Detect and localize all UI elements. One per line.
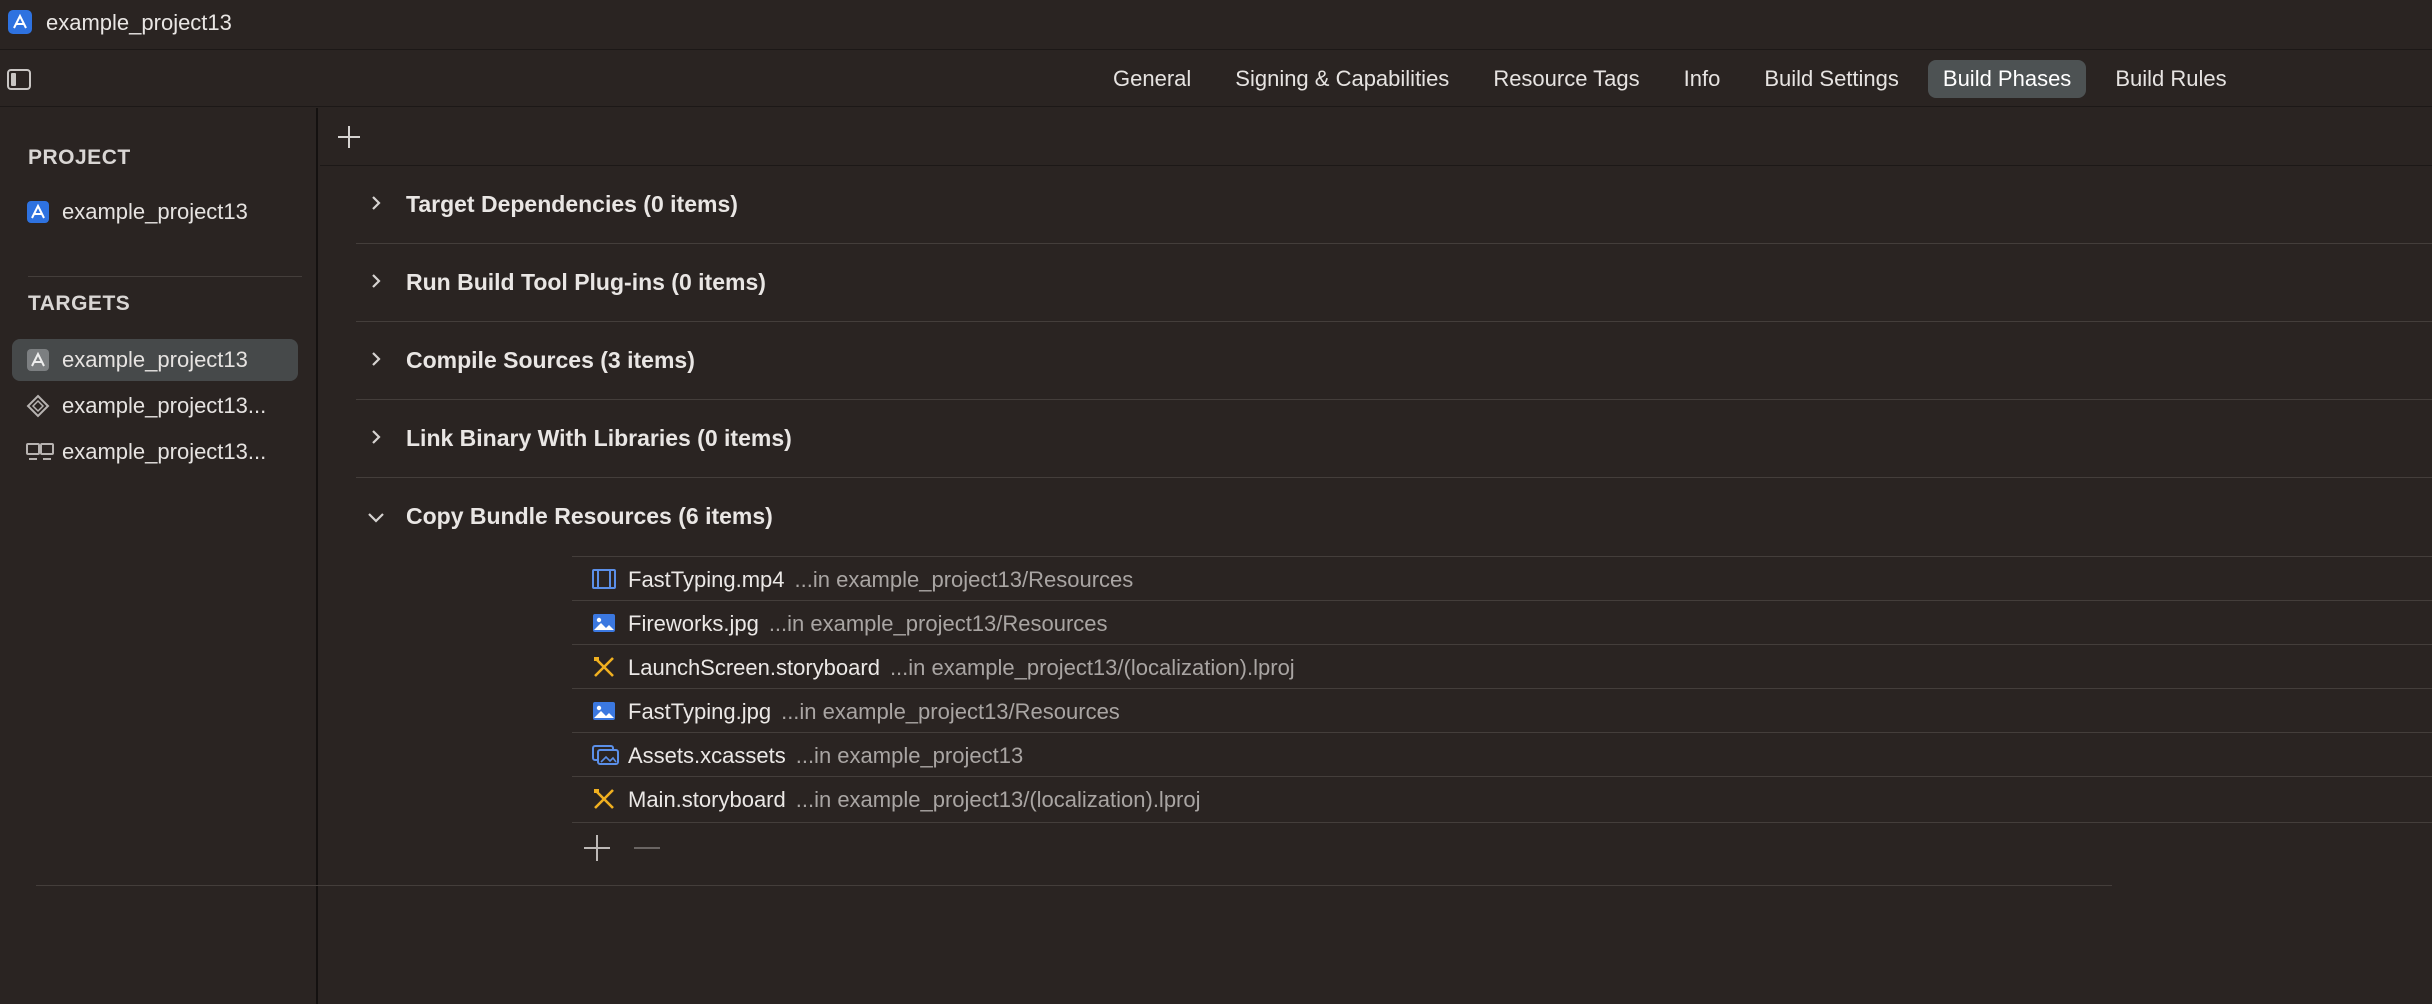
tabs: General Signing & Capabilities Resource … [1098,60,2256,98]
resource-name: Assets.xcassets [628,743,786,768]
phase-link-binary[interactable]: Link Binary With Libraries (0 items) [356,400,2432,478]
editor-tab-bar: General Signing & Capabilities Resource … [0,51,2432,107]
phase-compile-sources[interactable]: Compile Sources (3 items) [356,322,2432,400]
resource-name: LaunchScreen.storyboard [628,655,880,680]
sidebar-item-project[interactable]: example_project13 [12,191,298,233]
sidebar-item-target-app[interactable]: example_project13 [12,339,298,381]
phase-copy-bundle-resources[interactable]: Copy Bundle Resources (6 items) [356,478,2432,556]
tab-general[interactable]: General [1098,60,1206,98]
list-item[interactable]: FastTyping.mp4 ...in example_project13/Re… [572,556,2432,600]
list-item[interactable]: LaunchScreen.storyboard ...in example_pro… [572,644,2432,688]
test-target-icon [26,394,50,418]
window-title: example_project13 [46,10,232,35]
sidebar-item-label: example_project13 [62,199,248,224]
chevron-down-icon[interactable] [368,510,384,523]
targets-section-header: TARGETS [28,292,131,315]
resource-name: FastTyping.jpg [628,699,772,724]
tab-build-rules[interactable]: Build Rules [2100,60,2241,98]
list-item[interactable]: Fireworks.jpg ...in example_project13/Res… [572,600,2432,644]
storyboard-icon [592,788,616,810]
tab-signing-capabilities[interactable]: Signing & Capabilities [1220,60,1464,98]
image-icon [592,612,616,634]
add-resource-button[interactable] [584,835,610,861]
sidebar-item-target-tests[interactable]: example_project13... [12,385,298,427]
resource-path: ...in example_project13/Resources [781,699,1120,724]
phase-target-dependencies[interactable]: Target Dependencies (0 items) [356,166,2432,244]
resource-name: FastTyping.mp4 [628,567,785,592]
app-target-icon [26,348,50,372]
list-item[interactable]: Assets.xcassets ...in example_project13 [572,732,2432,776]
chevron-right-icon[interactable] [370,430,382,444]
phase-run-build-tool-plugins[interactable]: Run Build Tool Plug-ins (0 items) [356,244,2432,322]
storyboard-icon [592,656,616,678]
ui-test-target-icon [26,440,54,464]
phase-title: Run Build Tool Plug-ins (0 items) [406,269,766,295]
phase-title: Target Dependencies (0 items) [406,191,738,217]
resource-list-actions [572,822,2432,870]
project-icon [26,200,50,224]
chevron-right-icon[interactable] [370,352,382,366]
resource-path: ...in example_project13/Resources [768,611,1108,636]
phase-title: Copy Bundle Resources (6 items) [406,503,773,529]
phase-title: Link Binary With Libraries (0 items) [406,425,792,451]
remove-resource-button[interactable] [634,847,660,849]
add-build-phase-button[interactable] [336,124,362,150]
sidebar-item-label: example_project13... [62,439,267,464]
title-bar: example_project13 [0,0,2432,50]
list-item[interactable]: FastTyping.jpg ...in example_project13/Re… [572,688,2432,732]
tab-info[interactable]: Info [1669,60,1736,98]
tab-build-settings[interactable]: Build Settings [1749,60,1914,98]
sidebar-item-label: example_project13... [62,393,267,418]
sidebar-toggle-icon[interactable] [7,69,31,90]
project-section-header: PROJECT [28,146,131,169]
list-item[interactable]: Main.storyboard ...in example_project13/(… [572,776,2432,820]
resource-name: Fireworks.jpg [628,611,759,636]
asset-catalog-icon [592,744,620,766]
image-icon [592,700,616,722]
sidebar-divider [28,276,302,277]
resource-name: Main.storyboard [628,787,786,812]
resource-path: ...in example_project13/Resources [794,567,1134,592]
section-divider [36,885,2112,886]
sidebar-item-label: example_project13 [62,347,248,372]
phase-title: Compile Sources (3 items) [406,347,695,373]
resource-path: ...in example_project13 [795,743,1024,768]
film-icon [592,568,616,590]
project-targets-sidebar: PROJECT example_project13 TARGETS exampl… [0,108,318,1004]
sidebar-item-target-ui-tests[interactable]: example_project13... [12,431,298,473]
tab-build-phases[interactable]: Build Phases [1927,60,2087,98]
resource-path: ...in example_project13/(localization).l… [889,655,1295,680]
resource-path: ...in example_project13/(localization).l… [795,787,1201,812]
tab-resource-tags[interactable]: Resource Tags [1478,60,1654,98]
app-icon [8,10,32,34]
chevron-right-icon[interactable] [370,274,382,288]
chevron-right-icon[interactable] [370,196,382,210]
